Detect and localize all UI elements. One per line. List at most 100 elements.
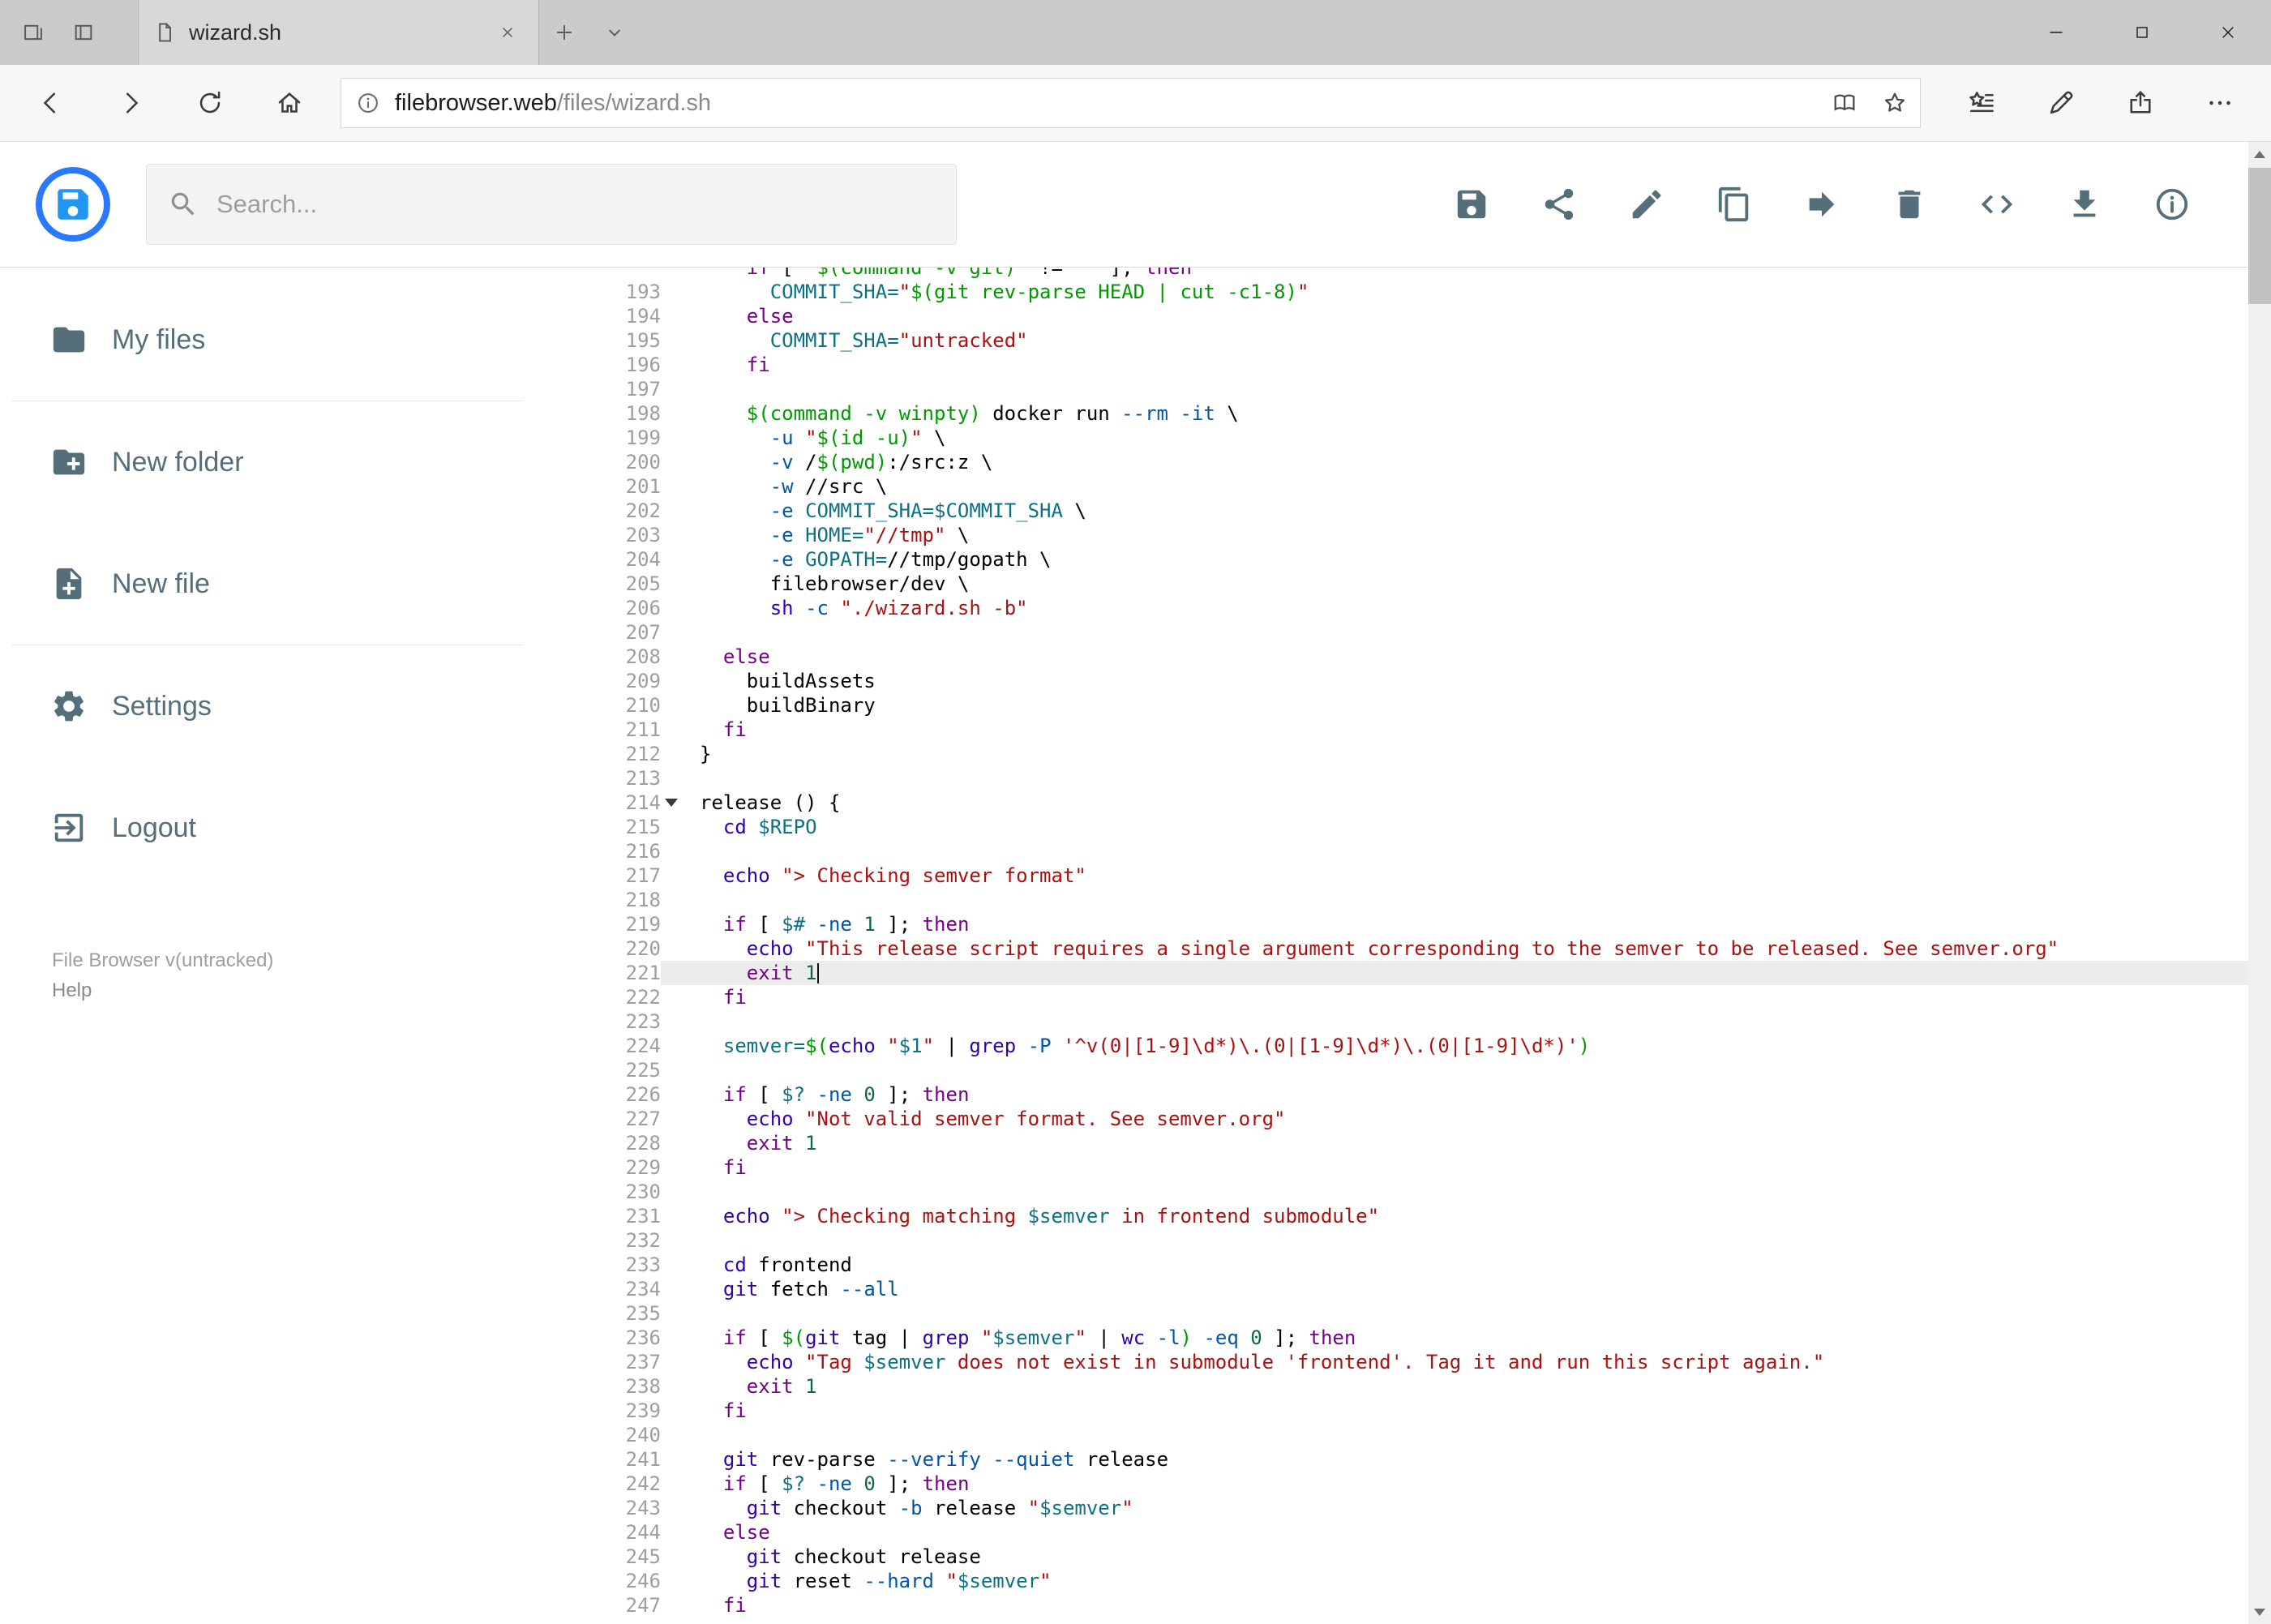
info-button[interactable] [2153, 185, 2192, 224]
site-info-button[interactable] [341, 79, 395, 127]
code-line[interactable]: 245 git checkout release [584, 1545, 2271, 1569]
share-page-button[interactable] [2101, 65, 2180, 141]
code-line[interactable]: 214 release () { [584, 791, 2271, 815]
code-line[interactable]: 234 git fetch --all [584, 1277, 2271, 1301]
maximize-button[interactable] [2099, 0, 2185, 65]
code-line[interactable]: 229 fi [584, 1155, 2271, 1180]
home-button[interactable] [250, 65, 329, 141]
code-line[interactable]: 240 [584, 1423, 2271, 1447]
code-line[interactable]: 197 [584, 377, 2271, 401]
code-line[interactable]: 232 [584, 1228, 2271, 1253]
share-button[interactable] [1540, 185, 1579, 224]
code-line[interactable]: 239 fi [584, 1399, 2271, 1423]
scroll-down-button[interactable] [2248, 1600, 2271, 1624]
code-line[interactable]: 233 cd frontend [584, 1253, 2271, 1277]
browser-tab[interactable]: wizard.sh [138, 0, 539, 65]
code-line[interactable]: 201 -w //src \ [584, 474, 2271, 499]
code-line[interactable]: 236 if [ $(git tag | grep "$semver" | wc… [584, 1326, 2271, 1350]
code-line[interactable]: 200 -v /$(pwd):/src:z \ [584, 450, 2271, 474]
code-line[interactable]: 226 if [ $? -ne 0 ]; then [584, 1082, 2271, 1107]
code-line[interactable]: 231 echo "> Checking matching $semver in… [584, 1204, 2271, 1228]
code-line[interactable]: 199 -u "$(id -u)" \ [584, 426, 2271, 450]
move-button[interactable] [1802, 185, 1841, 224]
code-line[interactable]: 209 buildAssets [584, 669, 2271, 693]
code-line[interactable]: 203 -e HOME="//tmp" \ [584, 523, 2271, 547]
sidebar-item-new-folder[interactable]: New folder [0, 401, 584, 523]
code-line[interactable]: 219 if [ $# -ne 1 ]; then [584, 912, 2271, 936]
sidebar-item-new-file[interactable]: New file [0, 523, 584, 645]
refresh-button[interactable] [170, 65, 250, 141]
code-line[interactable]: 243 git checkout -b release "$semver" [584, 1496, 2271, 1520]
raw-view-button[interactable] [1977, 185, 2016, 224]
code-line[interactable]: 206 sh -c "./wizard.sh -b" [584, 596, 2271, 620]
annotate-button[interactable] [2021, 65, 2101, 141]
code-line[interactable]: 202 -e COMMIT_SHA=$COMMIT_SHA \ [584, 499, 2271, 523]
code-line[interactable]: 208 else [584, 645, 2271, 669]
code-line[interactable]: 235 [584, 1301, 2271, 1326]
scrollbar-thumb[interactable] [2248, 168, 2271, 304]
hub-button[interactable] [1942, 65, 2021, 141]
tabs-set-aside-button[interactable] [58, 0, 109, 65]
code-line[interactable]: 204 -e GOPATH=//tmp/gopath \ [584, 547, 2271, 572]
set-tabs-aside-button[interactable] [8, 0, 58, 65]
code-line[interactable]: 194 else [584, 304, 2271, 328]
help-link[interactable]: Help [52, 975, 584, 1005]
download-button[interactable] [2065, 185, 2104, 224]
code-line[interactable]: 213 [584, 766, 2271, 791]
sidebar-item-my-files[interactable]: My files [0, 279, 584, 401]
code-line[interactable]: 224 semver=$(echo "$1" | grep -P '^v(0|[… [584, 1034, 2271, 1058]
delete-button[interactable] [1890, 185, 1929, 224]
tab-close-button[interactable] [491, 16, 524, 49]
code-line[interactable]: 238 exit 1 [584, 1374, 2271, 1399]
code-line[interactable]: 241 git rev-parse --verify --quiet relea… [584, 1447, 2271, 1472]
save-button[interactable] [1452, 185, 1491, 224]
code-line[interactable]: 198 $(command -v winpty) docker run --rm… [584, 401, 2271, 426]
code-editor[interactable]: if [ "$(command -v git)" != "" ]; then 19… [584, 268, 2271, 1624]
code-line[interactable]: 227 echo "Not valid semver format. See s… [584, 1107, 2271, 1131]
code-line[interactable]: 244 else [584, 1520, 2271, 1545]
code-line[interactable]: 230 [584, 1180, 2271, 1204]
forward-button[interactable] [91, 65, 170, 141]
code-line[interactable]: 247 fi [584, 1593, 2271, 1618]
search-input[interactable] [216, 190, 935, 219]
code-line[interactable]: 196 fi [584, 353, 2271, 377]
code-line[interactable]: 220 echo "This release script requires a… [584, 936, 2271, 961]
filebrowser-logo[interactable] [36, 167, 110, 242]
code-line[interactable]: if [ "$(command -v git)" != "" ]; then [584, 268, 2271, 280]
code-line[interactable]: 217 echo "> Checking semver format" [584, 863, 2271, 888]
scroll-up-button[interactable] [2248, 142, 2271, 166]
code-line[interactable]: 193 COMMIT_SHA="$(git rev-parse HEAD | c… [584, 280, 2271, 304]
code-line[interactable]: 205 filebrowser/dev \ [584, 572, 2271, 596]
minimize-button[interactable] [2013, 0, 2099, 65]
code-line[interactable]: 246 git reset --hard "$semver" [584, 1569, 2271, 1593]
code-line[interactable]: 242 if [ $? -ne 0 ]; then [584, 1472, 2271, 1496]
new-tab-button[interactable] [539, 0, 589, 65]
url-field[interactable]: filebrowser.web/files/wizard.sh [341, 78, 1921, 128]
code-line[interactable]: 221 exit 1 [584, 961, 2271, 985]
browser-menu-button[interactable] [2180, 65, 2260, 141]
fold-gutter[interactable] [661, 791, 700, 815]
close-window-button[interactable] [2185, 0, 2271, 65]
favorite-button[interactable] [1870, 79, 1920, 127]
code-line[interactable]: 207 [584, 620, 2271, 645]
code-line[interactable]: 237 echo "Tag $semver does not exist in … [584, 1350, 2271, 1374]
code-line[interactable]: 218 [584, 888, 2271, 912]
code-line[interactable]: 212} [584, 742, 2271, 766]
code-line[interactable]: 223 [584, 1009, 2271, 1034]
edit-button[interactable] [1627, 185, 1666, 224]
reading-view-button[interactable] [1819, 79, 1870, 127]
code-line[interactable]: 225 [584, 1058, 2271, 1082]
code-line[interactable]: 216 [584, 839, 2271, 863]
search-box[interactable] [146, 164, 957, 245]
code-line[interactable]: 215 cd $REPO [584, 815, 2271, 839]
code-line[interactable]: 211 fi [584, 718, 2271, 742]
back-button[interactable] [11, 65, 91, 141]
tab-preview-toggle[interactable] [589, 0, 640, 65]
copy-button[interactable] [1715, 185, 1754, 224]
sidebar-item-settings[interactable]: Settings [0, 645, 584, 767]
code-line[interactable]: 228 exit 1 [584, 1131, 2271, 1155]
code-line[interactable]: 210 buildBinary [584, 693, 2271, 718]
code-line[interactable]: 195 COMMIT_SHA="untracked" [584, 328, 2271, 353]
sidebar-item-logout[interactable]: Logout [0, 767, 584, 889]
code-line[interactable]: 222 fi [584, 985, 2271, 1009]
